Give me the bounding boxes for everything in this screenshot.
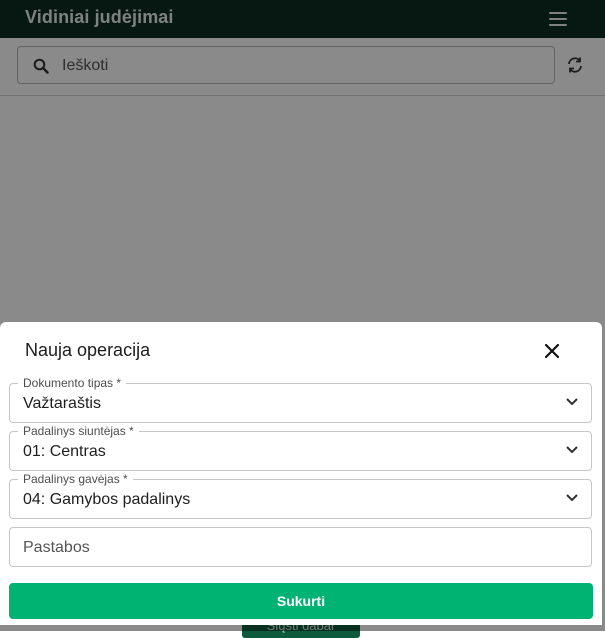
notes-field[interactable]: Pastabos [9, 527, 592, 567]
field-value: Važtaraštis [23, 395, 101, 412]
receiver-unit-select[interactable]: Padalinys gavėjas * 04: Gamybos padaliny… [9, 472, 592, 519]
chevron-down-icon [566, 398, 578, 406]
field-value: 01: Centras [23, 443, 106, 460]
close-icon[interactable] [542, 341, 562, 361]
sender-unit-select[interactable]: Padalinys siuntėjas * 01: Centras [9, 424, 592, 471]
create-button[interactable]: Sukurti [9, 583, 593, 619]
new-operation-dialog: Nauja operacija Dokumento tipas * Važtar… [0, 322, 602, 625]
dialog-title: Nauja operacija [25, 340, 151, 360]
field-value: 04: Gamybos padalinys [23, 491, 191, 508]
field-label: Padalinys gavėjas * [18, 472, 133, 486]
field-label: Padalinys siuntėjas * [18, 424, 139, 438]
notes-placeholder: Pastabos [23, 539, 90, 556]
chevron-down-icon [566, 446, 578, 454]
field-label: Dokumento tipas * [18, 376, 127, 390]
document-type-select[interactable]: Dokumento tipas * Važtaraštis [9, 376, 592, 423]
chevron-down-icon [566, 494, 578, 502]
